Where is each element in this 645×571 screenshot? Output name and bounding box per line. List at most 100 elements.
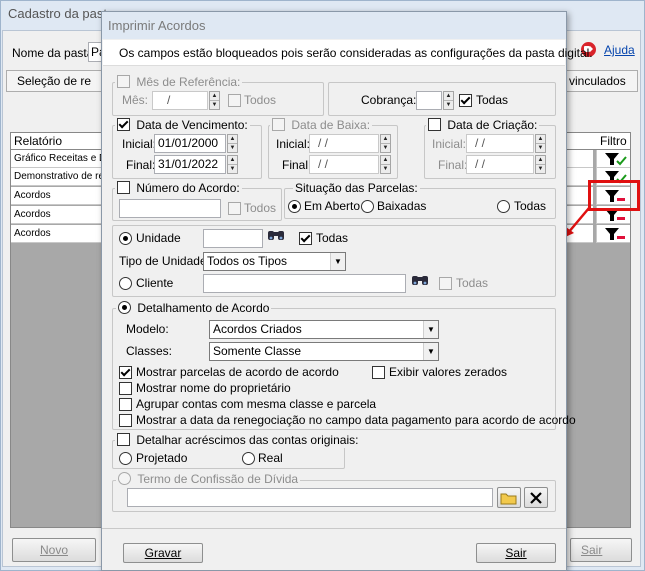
opt-agrupar-checkbox[interactable] — [119, 398, 132, 411]
novo-button[interactable]: Novo — [12, 538, 96, 562]
filter-cell[interactable] — [596, 150, 630, 168]
background-sair-button[interactable]: Sair — [570, 538, 632, 562]
cobranca-todas-checkbox[interactable] — [459, 94, 472, 107]
nome-pasta-input[interactable]: Pa — [88, 42, 106, 62]
footer-divider — [102, 528, 566, 529]
folder-icon — [500, 493, 517, 505]
numero-acordo-checkbox[interactable] — [117, 181, 130, 194]
termo-clear-button[interactable] — [524, 487, 548, 508]
situacao-em-aberto-radio[interactable] — [288, 200, 301, 213]
unidade-todas-checkbox[interactable] — [299, 232, 312, 245]
detalhamento-legend: Detalhamento de Acordo — [116, 301, 272, 316]
filter-ok-icon[interactable] — [597, 150, 631, 168]
acrescimos-legend: Detalhar acréscimos das contas originais… — [115, 433, 361, 448]
grid-header-filtro: Filtro — [600, 134, 627, 148]
criacao-final-label: Final: — [438, 158, 468, 172]
highlight-box — [588, 180, 640, 211]
classes-select[interactable]: Somente Classe ▼ — [209, 342, 439, 361]
vencimento-final-spinner[interactable]: ▲ ▼ — [227, 155, 238, 174]
termo-open-button[interactable] — [497, 487, 521, 508]
unidade-radio[interactable] — [119, 232, 132, 245]
help-link[interactable]: Ajuda — [604, 43, 635, 58]
numero-acordo-legend: Número do Acordo: — [115, 181, 242, 196]
cobranca-label: Cobrança: — [361, 93, 417, 107]
criacao-final-input[interactable]: / / — [466, 155, 534, 174]
nome-pasta-label: Nome da pasta: — [12, 46, 97, 60]
classes-label: Classes: — [126, 344, 173, 358]
mes-todos-checkbox[interactable] — [228, 94, 241, 107]
modelo-label: Modelo: — [126, 322, 169, 336]
baixa-inicial-input[interactable]: / / — [309, 134, 379, 153]
detalhamento-radio[interactable] — [118, 301, 131, 314]
mes-input[interactable]: / — [152, 91, 208, 110]
baixa-final-input[interactable]: / / — [309, 155, 379, 174]
vencimento-inicial-input[interactable]: 01/01/2000 — [154, 134, 226, 153]
criacao-checkbox[interactable] — [428, 118, 441, 131]
situacao-baixadas-radio[interactable] — [361, 200, 374, 213]
cobranca-spinner[interactable]: ▲ ▼ — [443, 91, 454, 110]
baixa-checkbox[interactable] — [272, 118, 285, 131]
chevron-down-icon: ▼ — [423, 343, 438, 360]
filter-remove-icon[interactable] — [597, 225, 631, 243]
cliente-input[interactable] — [203, 274, 406, 293]
projetado-radio[interactable] — [119, 452, 132, 465]
unidade-label: Unidade — [136, 231, 181, 245]
opt-zerados-label: Exibir valores zerados — [389, 365, 508, 379]
termo-path-input[interactable] — [127, 488, 493, 507]
baixa-inicial-spinner[interactable]: ▲ ▼ — [380, 134, 391, 153]
sair-button[interactable]: Sair — [476, 543, 556, 563]
situacao-legend: Situação das Parcelas: — [293, 181, 420, 196]
tab-selecao[interactable]: Seleção de re — [6, 70, 102, 92]
criacao-final-spinner[interactable]: ▲ ▼ — [535, 155, 546, 174]
modelo-select[interactable]: Acordos Criados ▼ — [209, 320, 439, 339]
vencimento-checkbox[interactable] — [117, 118, 130, 131]
background-window-title: Cadastro da pasta — [8, 6, 115, 21]
mes-label: Mês: — [122, 93, 149, 107]
acrescimos-checkbox[interactable] — [117, 433, 130, 446]
real-radio[interactable] — [242, 452, 255, 465]
real-label: Real — [258, 451, 283, 465]
dialog-title: Imprimir Acordos — [102, 12, 566, 39]
criacao-inicial-spinner[interactable]: ▲ ▼ — [535, 134, 546, 153]
numero-acordo-todos-checkbox[interactable] — [228, 202, 241, 215]
baixa-inicial-label: Inicial: — [276, 137, 311, 151]
termo-radio[interactable] — [118, 472, 131, 485]
unidade-input[interactable] — [203, 229, 263, 248]
gravar-button[interactable]: Gravar — [123, 543, 203, 563]
mes-referencia-legend: Mês de Referência: — [115, 75, 243, 90]
cliente-label: Cliente — [136, 276, 174, 290]
cobranca-input[interactable] — [416, 91, 442, 110]
projetado-label: Projetado — [136, 451, 188, 465]
opt-proprietario-label: Mostrar nome do proprietário — [136, 381, 291, 395]
cliente-search-icon[interactable] — [409, 273, 431, 293]
unidade-search-icon[interactable] — [265, 228, 287, 248]
opt-zerados-checkbox[interactable] — [372, 366, 385, 379]
close-icon — [530, 492, 542, 504]
numero-acordo-input[interactable] — [119, 199, 221, 218]
opt-proprietario-checkbox[interactable] — [119, 382, 132, 395]
chevron-down-icon: ▼ — [423, 321, 438, 338]
tipo-unidade-select[interactable]: Todos os Tipos ▼ — [203, 252, 346, 271]
mes-referencia-checkbox[interactable] — [117, 75, 130, 88]
mes-spinner[interactable]: ▲ ▼ — [209, 91, 220, 110]
cliente-radio[interactable] — [119, 277, 132, 290]
opt-renegociacao-checkbox[interactable] — [119, 414, 132, 427]
criacao-inicial-label: Inicial: — [432, 137, 467, 151]
opt-parcelas-checkbox[interactable] — [119, 366, 132, 379]
situacao-todas-radio[interactable] — [497, 200, 510, 213]
vencimento-inicial-spinner[interactable]: ▲ ▼ — [227, 134, 238, 153]
opt-agrupar-label: Agrupar contas com mesma classe e parcel… — [136, 397, 377, 411]
tab-vinculados[interactable]: vinculados — [566, 70, 638, 92]
vencimento-inicial-label: Inicial: — [122, 137, 157, 151]
baixa-final-label: Final: — [282, 158, 312, 172]
chevron-down-icon: ▼ — [330, 253, 345, 270]
vencimento-final-input[interactable]: 31/01/2022 — [154, 155, 226, 174]
cliente-todas-checkbox[interactable] — [439, 277, 452, 290]
opt-renegociacao-label: Mostrar a data da renegociação no campo … — [136, 413, 576, 427]
baixa-legend: Data de Baixa: — [270, 118, 373, 133]
notice-text: Os campos estão bloqueados pois serão co… — [119, 46, 593, 60]
criacao-inicial-input[interactable]: / / — [466, 134, 534, 153]
baixa-final-spinner[interactable]: ▲ ▼ — [380, 155, 391, 174]
cliente-todas-label: Todas — [456, 276, 489, 290]
filter-cell[interactable] — [596, 225, 630, 243]
